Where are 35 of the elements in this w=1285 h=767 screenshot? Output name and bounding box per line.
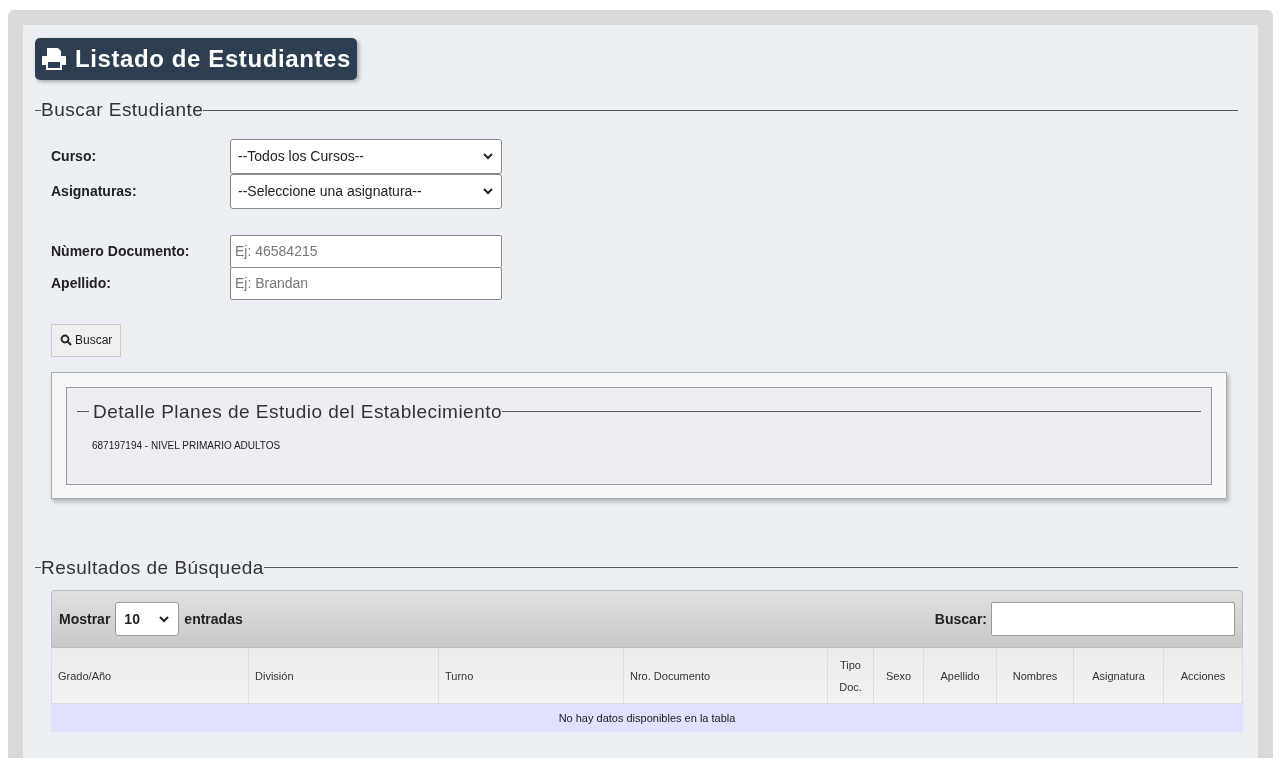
field-label: Apellido: xyxy=(51,273,112,293)
search-icon xyxy=(60,334,72,346)
field-label: Asignaturas: xyxy=(51,181,138,201)
column-header[interactable]: Tipo Doc. xyxy=(834,653,867,698)
table-search-field[interactable] xyxy=(991,602,1235,636)
column-header[interactable]: Sexo xyxy=(885,664,912,687)
dropdown[interactable]: --Todos los Cursos-- xyxy=(230,138,502,174)
column-header[interactable]: Turno xyxy=(445,664,474,687)
column-header[interactable]: Grado/Año xyxy=(58,664,112,687)
text-field[interactable]: Ej: Brandan xyxy=(230,266,502,300)
section-heading: Buscar Estudiante xyxy=(41,98,204,122)
printer-icon xyxy=(41,47,67,71)
page-title: Listado de Estudiantes xyxy=(75,44,351,74)
search-button[interactable]: Buscar xyxy=(51,323,122,357)
column-header[interactable]: Nro. Documento xyxy=(630,664,711,687)
column-header[interactable]: Nombres xyxy=(1012,664,1058,687)
text-field[interactable]: Ej: 46584215 xyxy=(230,234,502,268)
empty-table-message: No hay datos disponibles en la tabla xyxy=(558,710,736,726)
column-header[interactable]: Apellido xyxy=(940,664,980,687)
plan-text: 687197194 - NIVEL PRIMARIO ADULTOS xyxy=(92,439,281,453)
section-heading: Detalle Planes de Estudio del Establecimiento xyxy=(93,399,502,424)
search-label: Buscar: xyxy=(934,609,987,629)
page-size-dropdown[interactable]: 10 xyxy=(115,602,180,636)
chevron-down-icon xyxy=(158,613,171,625)
column-header[interactable]: División xyxy=(255,664,294,687)
entries-label: entradas xyxy=(184,609,243,629)
column-header[interactable]: Acciones xyxy=(1180,664,1226,687)
chevron-down-icon xyxy=(482,150,494,162)
section-heading: Resultados de Búsqueda xyxy=(41,555,264,580)
field-label: Nùmero Documento: xyxy=(51,241,191,261)
dropdown[interactable]: --Seleccione una asignatura-- xyxy=(230,173,502,209)
chevron-down-icon xyxy=(482,185,494,197)
field-label: Curso: xyxy=(51,146,98,166)
show-label: Mostrar xyxy=(59,609,111,629)
column-header[interactable]: Asignatura xyxy=(1092,664,1145,687)
